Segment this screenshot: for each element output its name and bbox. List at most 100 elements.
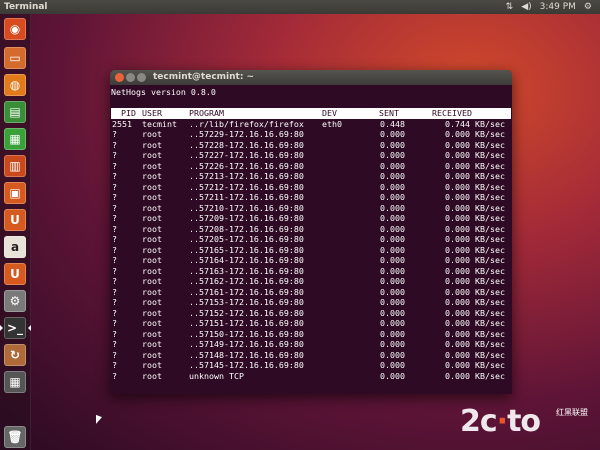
cell-user: root [142, 297, 162, 307]
maximize-button[interactable] [137, 73, 146, 82]
cell-user: root [142, 265, 162, 276]
cell-sent: 0.000 [380, 286, 405, 297]
table-row: ? root ..57152-172.16.16.69:80 0.000 0.000 K… [111, 308, 511, 319]
watermark-text-b: to [507, 404, 541, 439]
cell-received: 0.000 KB/sec [445, 213, 505, 223]
cell-received: 0.000 KB/sec [445, 150, 505, 160]
table-row: ? root ..57151-172.16.16.69:80 0.000 0.000 K… [111, 318, 511, 329]
cell-sent: 0.000 [380, 276, 405, 286]
cell-sent: 0.000 [380, 171, 405, 181]
cell-received: 0.000 KB/sec [445, 223, 505, 234]
launcher-workspaces-icon[interactable]: ▦ [4, 371, 26, 393]
launcher: ◉ ▭ ◍ ▤ ▦ ▥ ▣ Ua U ⚙ >_ ↻ ▦ 🗑 [0, 14, 31, 450]
cell-program: ..57148-172.16.16.69:80 [189, 349, 304, 360]
cell-received: 0.000 KB/sec [445, 339, 505, 349]
cell-received: 0.744 KB/sec [445, 118, 505, 129]
cell-pid: ? [112, 234, 117, 244]
cell-user: root [142, 223, 162, 234]
cell-pid: ? [112, 244, 117, 255]
table-row: ? root ..57164-172.16.16.69:80 0.000 0.000 K… [111, 255, 511, 266]
cell-program: ..57161-172.16.16.69:80 [189, 286, 304, 297]
cell-user: root [142, 171, 162, 181]
launcher-firefox-icon[interactable]: ◍ [4, 74, 26, 96]
cell-user: root [142, 181, 162, 192]
table-row: ? root ..57228-172.16.16.69:80 0.000 0.000 K… [111, 140, 511, 151]
launcher-ubuntu-one-icon[interactable]: U [4, 209, 26, 231]
gear-icon[interactable]: ⚙ [584, 0, 592, 14]
launcher-calc-icon[interactable]: ▦ [4, 128, 26, 150]
cell-sent: 0.000 [380, 129, 405, 139]
launcher-writer-icon[interactable]: ▤ [4, 101, 26, 123]
cell-sent: 0.000 [380, 223, 405, 234]
cell-user: root [142, 307, 162, 318]
table-row: ? root ..57226-172.16.16.69:80 0.000 0.000 K… [111, 161, 511, 172]
cell-pid: ? [112, 297, 117, 307]
cell-sent: 0.000 [380, 297, 405, 307]
cell-sent: 0.000 [380, 318, 405, 328]
header-received: RECEIVED [432, 108, 472, 118]
launcher-trash-icon[interactable]: 🗑 [4, 426, 26, 448]
table-row: ? root ..57205-172.16.16.69:80 0.000 0.000 K… [111, 234, 511, 245]
cell-pid: ? [112, 150, 117, 160]
cell-sent: 0.000 [380, 160, 405, 171]
watermark-logo: 2c·to 红黑联盟 [460, 404, 588, 439]
cell-pid: ? [112, 307, 117, 318]
launcher-settings-icon[interactable]: ⚙ [4, 290, 26, 312]
cell-user: root [142, 339, 162, 349]
header-dev: DEV [322, 108, 337, 118]
cell-program: ..57205-172.16.16.69:80 [189, 234, 304, 244]
header-user: USER [142, 108, 162, 118]
cell-program: ..57209-172.16.16.69:80 [189, 213, 304, 223]
clock[interactable]: 3:49 PM [540, 0, 576, 14]
cell-program: ..57211-172.16.16.69:80 [189, 192, 304, 202]
cell-sent: 0.000 [380, 328, 405, 339]
window-title: tecmint@tecmint: ~ [153, 72, 255, 82]
cell-sent: 0.000 [380, 202, 405, 213]
cell-received: 0.000 KB/sec [445, 139, 505, 150]
table-row: ? root ..57210-172.16.16.69:80 0.000 0.000 K… [111, 203, 511, 214]
launcher-dash-icon[interactable]: ◉ [4, 18, 26, 40]
cell-program: ..57145-172.16.16.69:80 [189, 360, 304, 370]
cell-sent: 0.000 [380, 234, 405, 244]
minimize-button[interactable] [126, 73, 135, 82]
cell-received: 0.000 KB/sec [445, 286, 505, 297]
active-indicator [28, 325, 31, 331]
close-button[interactable] [115, 73, 124, 82]
cell-program: ..57153-172.16.16.69:80 [189, 297, 304, 307]
cell-sent: 0.448 [380, 118, 405, 129]
launcher-ubuntu-one-music-icon[interactable]: U [4, 263, 26, 285]
cell-user: tecmint [142, 118, 177, 129]
cell-program: ..57150-172.16.16.69:80 [189, 328, 304, 339]
network-icon[interactable]: ⇅ [506, 0, 514, 14]
cell-received: 0.000 KB/sec [445, 276, 505, 286]
cell-pid: ? [112, 223, 117, 234]
launcher-files-icon[interactable]: ▭ [4, 47, 26, 69]
cell-pid: ? [112, 286, 117, 297]
launcher-software-center-icon[interactable]: ▣ [4, 182, 26, 204]
cell-sent: 0.000 [380, 349, 405, 360]
cell-program: ..57226-172.16.16.69:80 [189, 160, 304, 171]
cell-program: ..57210-172.16.16.69:80 [189, 202, 304, 213]
cell-pid: ? [112, 181, 117, 192]
cell-pid: ? [112, 370, 117, 381]
window-titlebar[interactable]: tecmint@tecmint: ~ [110, 70, 512, 85]
launcher-update-manager-icon[interactable]: ↻ [4, 344, 26, 366]
launcher-terminal-icon[interactable]: >_ [4, 317, 26, 339]
terminal-output[interactable]: NetHogs version 0.8.0 PID USER PROGRAM D… [110, 85, 512, 394]
cell-received: 0.000 KB/sec [445, 297, 505, 307]
cell-pid: ? [112, 265, 117, 276]
cell-pid: 2551 [112, 118, 132, 129]
launcher-amazon-icon[interactable]: a [4, 236, 26, 258]
launcher-impress-icon[interactable]: ▥ [4, 155, 26, 177]
table-row: ? root ..57161-172.16.16.69:80 0.000 0.000 K… [111, 287, 511, 298]
table-row: ? root ..57150-172.16.16.69:80 0.000 0.000 K… [111, 329, 511, 340]
cell-pid: ? [112, 202, 117, 213]
cell-received: 0.000 KB/sec [445, 129, 505, 139]
table-row: ? root ..57229-172.16.16.69:80 0.000 0.000 K… [111, 129, 511, 140]
volume-icon[interactable]: ◀) [521, 0, 531, 14]
cell-received: 0.000 KB/sec [445, 307, 505, 318]
cell-user: root [142, 160, 162, 171]
cell-sent: 0.000 [380, 255, 405, 265]
cell-received: 0.000 KB/sec [445, 181, 505, 192]
cell-received: 0.000 KB/sec [445, 192, 505, 202]
